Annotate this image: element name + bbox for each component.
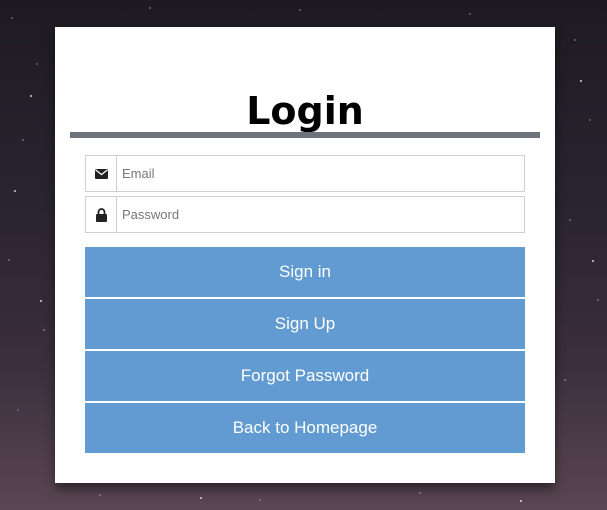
star [580,80,582,82]
star [14,190,16,192]
star [200,497,202,499]
back-to-homepage-button[interactable]: Back to Homepage [85,403,525,453]
login-card: Login Sign in Sign Up Forgot Password Ba… [55,27,555,483]
lock-icon [86,197,117,232]
star [520,500,522,502]
star [592,260,594,262]
password-field[interactable] [85,196,525,233]
star [40,300,42,302]
star [30,95,32,97]
page-title: Login [246,89,364,133]
email-input[interactable] [117,156,524,191]
forgot-password-button[interactable]: Forgot Password [85,351,525,401]
envelope-icon [86,156,117,191]
email-field[interactable] [85,155,525,192]
password-input[interactable] [117,197,524,232]
sign-up-button[interactable]: Sign Up [85,299,525,349]
sign-in-button[interactable]: Sign in [85,247,525,297]
title-divider [70,132,540,138]
